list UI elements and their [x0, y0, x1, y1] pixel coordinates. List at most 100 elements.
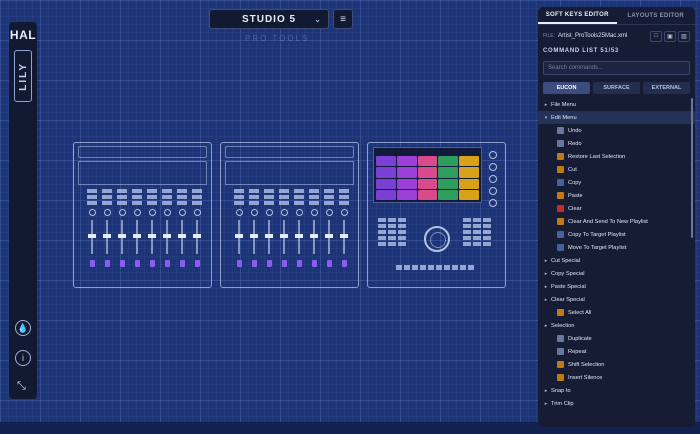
transport-key[interactable]	[436, 265, 442, 270]
expand-icon[interactable]: ⤡	[17, 380, 26, 393]
surface-key[interactable]	[398, 230, 406, 234]
channel-fader[interactable]	[88, 220, 96, 254]
select-key[interactable]	[179, 260, 185, 267]
strip-button[interactable]	[117, 201, 127, 205]
touch-soft-key[interactable]	[459, 156, 479, 167]
strip-button[interactable]	[294, 195, 304, 199]
surface-key[interactable]	[388, 218, 396, 222]
strip-knob[interactable]	[265, 209, 273, 216]
touch-soft-key[interactable]	[417, 178, 438, 189]
surface-key[interactable]	[463, 224, 471, 228]
channel-strip[interactable]	[176, 187, 188, 283]
surface-key[interactable]	[378, 224, 386, 228]
channel-strip[interactable]	[233, 187, 245, 283]
channel-fader[interactable]	[118, 220, 126, 254]
surface-key[interactable]	[463, 230, 471, 234]
channel-strip[interactable]	[191, 187, 203, 283]
select-key[interactable]	[251, 260, 257, 267]
strip-button[interactable]	[264, 201, 274, 205]
select-key[interactable]	[89, 260, 95, 267]
command-item[interactable]: Redo	[538, 137, 695, 150]
strip-knob[interactable]	[193, 209, 201, 216]
command-item[interactable]: Cut	[538, 163, 695, 176]
select-key[interactable]	[236, 260, 242, 267]
channel-strip[interactable]	[338, 187, 350, 283]
channel-strip[interactable]	[248, 187, 260, 283]
transport-key[interactable]	[396, 265, 402, 270]
touch-soft-key[interactable]	[459, 189, 479, 200]
surface-key[interactable]	[463, 218, 471, 222]
strip-button[interactable]	[162, 201, 172, 205]
key-grid-left[interactable]	[378, 218, 406, 246]
channel-fader[interactable]	[265, 220, 273, 254]
strip-knob[interactable]	[235, 209, 243, 216]
strip-button[interactable]	[339, 201, 349, 205]
channel-strip[interactable]	[323, 187, 335, 283]
command-folder[interactable]: ▸ Trim Clip	[538, 397, 695, 410]
select-key[interactable]	[149, 260, 155, 267]
channel-strip[interactable]	[263, 187, 275, 283]
channel-fader[interactable]	[340, 220, 348, 254]
surface-key[interactable]	[378, 242, 386, 246]
save-as-icon[interactable]: ▨	[678, 30, 690, 42]
tab-eucon[interactable]: EUCON	[543, 82, 590, 94]
strip-knob[interactable]	[103, 209, 111, 216]
command-item[interactable]: Select All	[538, 306, 695, 319]
touch-soft-key[interactable]	[438, 189, 459, 200]
command-item[interactable]: Clear And Send To New Playlist	[538, 215, 695, 228]
command-folder[interactable]: ▸ Copy Special	[538, 267, 695, 280]
strip-knob[interactable]	[163, 209, 171, 216]
channel-fader[interactable]	[163, 220, 171, 254]
surface-key[interactable]	[388, 236, 396, 240]
command-item[interactable]: Paste	[538, 189, 695, 202]
surface-key[interactable]	[473, 242, 481, 246]
strip-knob[interactable]	[325, 209, 333, 216]
channel-strip[interactable]	[116, 187, 128, 283]
strip-button[interactable]	[147, 195, 157, 199]
command-folder[interactable]: ▸ Selection	[538, 319, 695, 332]
surface-key[interactable]	[388, 242, 396, 246]
info-icon[interactable]: i	[15, 350, 31, 366]
surface-key[interactable]	[388, 224, 396, 228]
command-item[interactable]: Undo	[538, 124, 695, 137]
surface-key[interactable]	[388, 230, 396, 234]
channel-fader[interactable]	[310, 220, 318, 254]
touch-soft-key[interactable]	[376, 189, 396, 200]
command-item[interactable]: Move To Target Playlist	[538, 241, 695, 254]
transport-key[interactable]	[404, 265, 410, 270]
touch-soft-key[interactable]	[417, 167, 438, 178]
command-item[interactable]: Duplicate	[538, 332, 695, 345]
strip-button[interactable]	[339, 195, 349, 199]
channel-strip[interactable]	[308, 187, 320, 283]
channel-strip[interactable]	[293, 187, 305, 283]
fader-surface-1[interactable]	[73, 142, 212, 288]
touch-soft-key[interactable]	[459, 178, 479, 189]
select-key[interactable]	[326, 260, 332, 267]
channel-fader[interactable]	[325, 220, 333, 254]
strip-button[interactable]	[87, 195, 97, 199]
command-item[interactable]: Copy	[538, 176, 695, 189]
select-key[interactable]	[104, 260, 110, 267]
strip-button[interactable]	[177, 189, 187, 193]
surface-key[interactable]	[483, 224, 491, 228]
touch-screen[interactable]	[373, 147, 482, 203]
select-key[interactable]	[281, 260, 287, 267]
strip-button[interactable]	[309, 201, 319, 205]
touch-soft-key[interactable]	[417, 189, 438, 200]
touch-soft-key[interactable]	[417, 156, 438, 167]
search-input[interactable]: Search commands...	[543, 61, 690, 75]
strip-knob[interactable]	[133, 209, 141, 216]
strip-button[interactable]	[279, 201, 289, 205]
channel-fader[interactable]	[133, 220, 141, 254]
select-key[interactable]	[119, 260, 125, 267]
strip-button[interactable]	[309, 189, 319, 193]
strip-knob[interactable]	[295, 209, 303, 216]
command-item[interactable]: Clear	[538, 202, 695, 215]
command-item[interactable]: Repeat	[538, 345, 695, 358]
channel-strip[interactable]	[161, 187, 173, 283]
surface-key[interactable]	[473, 218, 481, 222]
strip-knob[interactable]	[340, 209, 348, 216]
select-key[interactable]	[266, 260, 272, 267]
strip-knob[interactable]	[148, 209, 156, 216]
channel-fader[interactable]	[178, 220, 186, 254]
